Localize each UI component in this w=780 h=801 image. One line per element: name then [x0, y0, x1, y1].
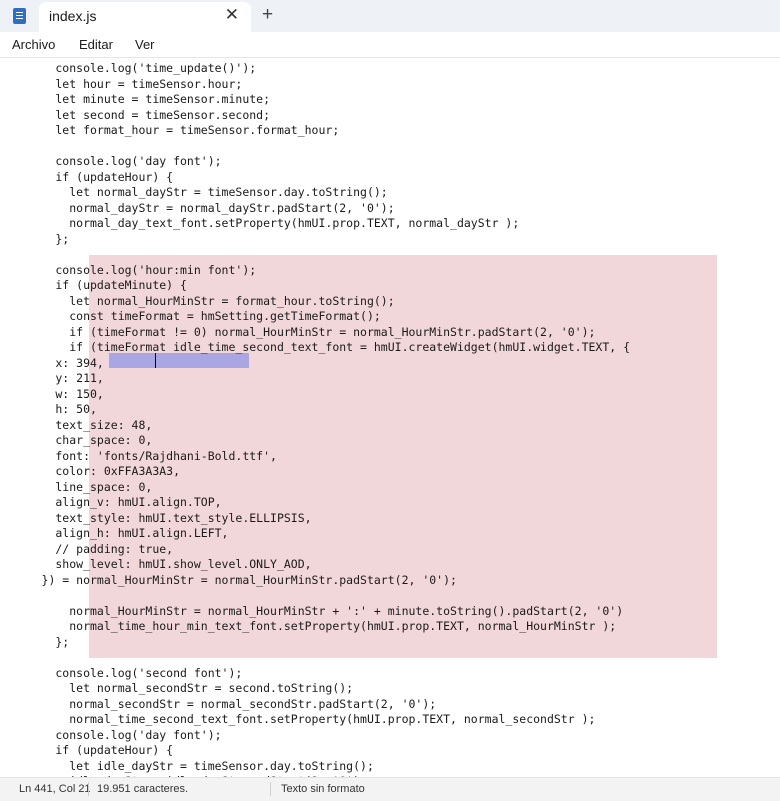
code-line[interactable]: // padding: true, — [0, 542, 630, 558]
code-line[interactable]: y: 211, — [0, 371, 630, 387]
code-line[interactable]: }) = normal_HourMinStr = normal_HourMinS… — [0, 573, 630, 589]
code-line[interactable]: if (timeFormat != 0) normal_HourMinStr =… — [0, 325, 630, 341]
menu-bar: Archivo Editar Ver — [0, 32, 780, 57]
close-tab-icon[interactable]: ✕ — [225, 5, 239, 25]
code-line[interactable]: if (updateHour) { — [0, 743, 630, 759]
code-line[interactable] — [0, 247, 630, 263]
code-line[interactable]: if (updateMinute) { — [0, 278, 630, 294]
code-line[interactable]: if (updateHour) { — [0, 170, 630, 186]
cursor-position: Ln 441, Col 21 — [19, 783, 91, 795]
code-line[interactable]: let second = timeSensor.second; — [0, 108, 630, 124]
code-line[interactable]: x: 394, — [0, 356, 630, 372]
code-line[interactable]: normal_time_hour_min_text_font.setProper… — [0, 619, 630, 635]
code-line[interactable]: text_style: hmUI.text_style.ELLIPSIS, — [0, 511, 630, 527]
code-line[interactable]: let minute = timeSensor.minute; — [0, 92, 630, 108]
code-line[interactable]: normal_time_second_text_font.setProperty… — [0, 712, 630, 728]
code-content[interactable]: console.log('time_update()'); let hour =… — [0, 61, 631, 778]
code-line[interactable]: let idle_dayStr = timeSensor.day.toStrin… — [0, 759, 630, 775]
code-line[interactable]: align_h: hmUI.align.LEFT, — [0, 526, 630, 542]
code-line[interactable]: text_size: 48, — [0, 418, 630, 434]
code-line[interactable]: console.log('time_update()'); — [0, 61, 630, 77]
code-line[interactable]: normal_day_text_font.setProperty(hmUI.pr… — [0, 216, 630, 232]
code-line[interactable]: console.log('day font'); — [0, 728, 630, 744]
menu-editar[interactable]: Editar — [79, 37, 113, 52]
code-line[interactable]: console.log('second font'); — [0, 666, 630, 682]
code-line[interactable]: let normal_dayStr = timeSensor.day.toStr… — [0, 185, 630, 201]
code-line[interactable]: if (timeFormat idle_time_second_text_fon… — [0, 340, 630, 356]
code-line[interactable]: font: 'fonts/Rajdhani-Bold.ttf', — [0, 449, 630, 465]
code-line[interactable]: align_v: hmUI.align.TOP, — [0, 495, 630, 511]
code-line[interactable]: }; — [0, 635, 630, 651]
code-line[interactable]: let normal_HourMinStr = format_hour.toSt… — [0, 294, 630, 310]
text-format[interactable]: Texto sin formato — [281, 783, 365, 795]
code-line[interactable]: normal_HourMinStr = normal_HourMinStr + … — [0, 604, 630, 620]
tab-title: index.js — [49, 8, 97, 24]
code-line[interactable]: show_level: hmUI.show_level.ONLY_AOD, — [0, 557, 630, 573]
text-editor[interactable]: console.log('time_update()'); let hour =… — [0, 57, 780, 778]
code-line[interactable]: }; — [0, 232, 630, 248]
code-line[interactable] — [0, 650, 630, 666]
status-divider — [270, 782, 271, 796]
character-count: 19.951 caracteres. — [97, 783, 189, 795]
add-tab-icon[interactable]: + — [262, 4, 273, 26]
code-line[interactable]: w: 150, — [0, 387, 630, 403]
status-bar: Ln 441, Col 21 19.951 caracteres. Texto … — [0, 777, 780, 801]
tab-index-js[interactable]: index.js ✕ — [39, 2, 251, 32]
code-line[interactable]: let format_hour = timeSensor.format_hour… — [0, 123, 630, 139]
code-line[interactable]: normal_dayStr = normal_dayStr.padStart(2… — [0, 201, 630, 217]
notepad-app-icon — [13, 8, 26, 24]
title-bar: index.js ✕ + — [0, 0, 780, 32]
code-line[interactable]: console.log('day font'); — [0, 154, 630, 170]
code-line[interactable]: console.log('hour:min font'); — [0, 263, 630, 279]
code-line[interactable]: h: 50, — [0, 402, 630, 418]
menu-archivo[interactable]: Archivo — [12, 37, 55, 52]
code-line[interactable]: const timeFormat = hmSetting.getTimeForm… — [0, 309, 630, 325]
code-line[interactable]: let hour = timeSensor.hour; — [0, 77, 630, 93]
code-line[interactable]: line_space: 0, — [0, 480, 630, 496]
code-line[interactable]: color: 0xFFA3A3A3, — [0, 464, 630, 480]
code-line[interactable]: char_space: 0, — [0, 433, 630, 449]
code-line[interactable] — [0, 588, 630, 604]
code-line[interactable]: normal_secondStr = normal_secondStr.padS… — [0, 697, 630, 713]
code-line[interactable] — [0, 139, 630, 155]
menu-ver[interactable]: Ver — [135, 37, 155, 52]
code-line[interactable]: let normal_secondStr = second.toString()… — [0, 681, 630, 697]
status-divider — [88, 782, 89, 796]
